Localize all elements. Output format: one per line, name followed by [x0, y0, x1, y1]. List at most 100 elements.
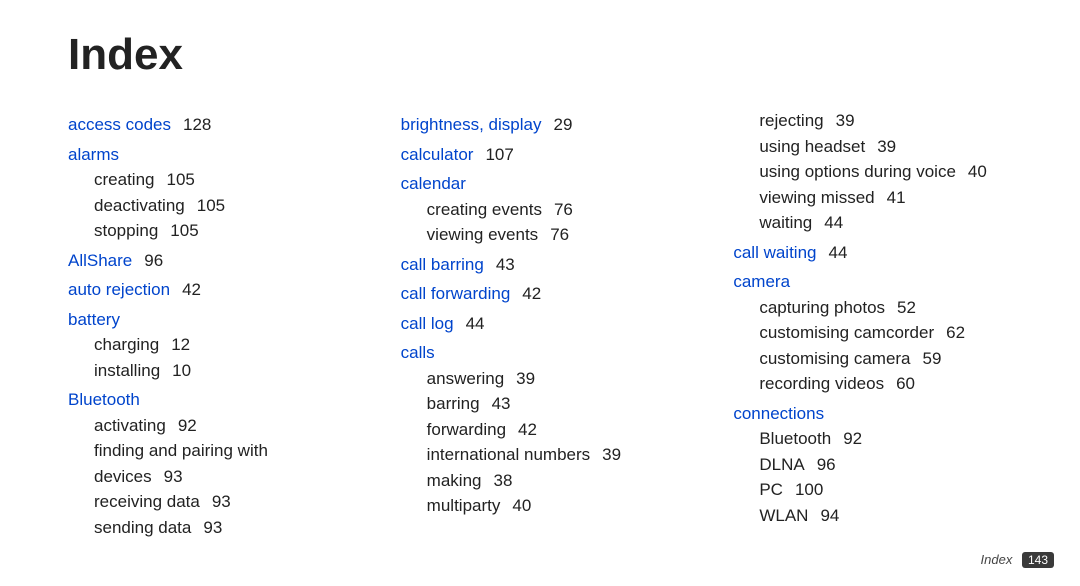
- index-sub-entry[interactable]: customising camcorder62: [759, 320, 1012, 346]
- index-entry-label: calendar: [401, 174, 466, 193]
- index-entry-label: battery: [68, 310, 120, 329]
- index-main-entry[interactable]: alarms: [68, 142, 347, 168]
- index-entry-label: installing: [94, 361, 160, 380]
- index-sub-entry[interactable]: multiparty40: [427, 493, 680, 519]
- index-sub-entry[interactable]: customising camera59: [759, 346, 1012, 372]
- index-entry-page: 40: [512, 496, 531, 515]
- index-main-entry[interactable]: AllShare 96: [68, 248, 347, 274]
- index-entry-page: 10: [172, 361, 191, 380]
- index-main-entry[interactable]: calls: [401, 340, 680, 366]
- index-columns: access codes128alarmscreating105deactiva…: [68, 108, 1012, 540]
- index-main-entry[interactable]: brightness, display29: [401, 112, 680, 138]
- index-entry-label: receiving data: [94, 492, 200, 511]
- index-sub-entry[interactable]: installing 10: [94, 358, 347, 384]
- index-entry-page: 96: [817, 455, 836, 474]
- index-main-entry[interactable]: battery: [68, 307, 347, 333]
- index-sub-entry[interactable]: barring43: [427, 391, 680, 417]
- index-entry-page: 52: [897, 298, 916, 317]
- index-sub-entry[interactable]: creating105: [94, 167, 347, 193]
- index-sub-entry[interactable]: Bluetooth92: [759, 426, 1012, 452]
- index-sub-entry[interactable]: viewing missed41: [759, 185, 1012, 211]
- index-main-entry[interactable]: call log44: [401, 311, 680, 337]
- column-3: rejecting39 using headset 39 using options …: [733, 108, 1012, 540]
- index-entry-page: 128: [183, 115, 211, 134]
- index-main-entry[interactable]: auto rejection42: [68, 277, 347, 303]
- index-entry-label: using options during voice: [759, 162, 956, 181]
- index-sub-entry[interactable]: forwarding42: [427, 417, 680, 443]
- index-entry-page: 39: [602, 445, 621, 464]
- index-sub-entry[interactable]: recording videos60: [759, 371, 1012, 397]
- index-main-entry[interactable]: access codes128: [68, 112, 347, 138]
- index-entry-page: 42: [522, 284, 541, 303]
- index-entry-page: 96: [144, 251, 163, 270]
- index-sub-entry[interactable]: deactivating105: [94, 193, 347, 219]
- index-entry-label: brightness, display: [401, 115, 542, 134]
- index-entry-label: customising camera: [759, 349, 910, 368]
- index-entry-page: 92: [178, 416, 197, 435]
- index-entry-label: call waiting: [733, 243, 816, 262]
- column-2: brightness, display29 calculator107 calend…: [401, 108, 680, 540]
- index-entry-page: 44: [824, 213, 843, 232]
- index-sub-entry[interactable]: making 38: [427, 468, 680, 494]
- index-sub-entry[interactable]: charging12: [94, 332, 347, 358]
- index-entry-label: AllShare: [68, 251, 132, 270]
- index-entry-label: camera: [733, 272, 790, 291]
- index-entry-page: 60: [896, 374, 915, 393]
- index-entry-label: deactivating: [94, 196, 185, 215]
- index-main-entry[interactable]: camera: [733, 269, 1012, 295]
- index-entry-page: 105: [170, 221, 198, 240]
- index-sub-entry[interactable]: receiving data 93: [94, 489, 347, 515]
- index-entry-label: connections: [733, 404, 824, 423]
- index-main-entry[interactable]: call waiting44: [733, 240, 1012, 266]
- index-sub-entry[interactable]: international numbers 39: [427, 442, 680, 468]
- index-entry-label: capturing photos: [759, 298, 885, 317]
- index-sub-entry[interactable]: sending data93: [94, 515, 347, 541]
- index-main-entry[interactable]: calculator107: [401, 142, 680, 168]
- index-sub-entry[interactable]: WLAN94: [759, 503, 1012, 529]
- index-sub-entry[interactable]: PC100: [759, 477, 1012, 503]
- index-entry-page: 38: [493, 471, 512, 490]
- index-sub-entry[interactable]: viewing events76: [427, 222, 680, 248]
- index-main-entry[interactable]: calendar: [401, 171, 680, 197]
- index-entry-label: DLNA: [759, 455, 804, 474]
- column-1: access codes128alarmscreating105deactiva…: [68, 108, 347, 540]
- index-sub-entry[interactable]: activating 92: [94, 413, 347, 439]
- index-main-entry[interactable]: call barring 43: [401, 252, 680, 278]
- index-entry-label: call forwarding: [401, 284, 511, 303]
- index-entry-page: 39: [877, 137, 896, 156]
- index-main-entry[interactable]: call forwarding 42: [401, 281, 680, 307]
- index-sub-entry[interactable]: answering 39: [427, 366, 680, 392]
- index-entry-label: using headset: [759, 137, 865, 156]
- index-sub-entry[interactable]: finding and pairing with devices93: [94, 438, 347, 489]
- index-entry-page: 76: [550, 225, 569, 244]
- index-entry-page: 42: [518, 420, 537, 439]
- index-main-entry[interactable]: Bluetooth: [68, 387, 347, 413]
- index-entry-label: alarms: [68, 145, 119, 164]
- index-entry-page: 42: [182, 280, 201, 299]
- index-entry-page: 40: [968, 162, 987, 181]
- footer-page-number: 143: [1022, 552, 1054, 568]
- index-entry-label: answering: [427, 369, 505, 388]
- index-entry-label: international numbers: [427, 445, 590, 464]
- index-entry-label: customising camcorder: [759, 323, 934, 342]
- index-main-entry[interactable]: connections: [733, 401, 1012, 427]
- index-sub-entry[interactable]: DLNA 96: [759, 452, 1012, 478]
- index-entry-label: call barring: [401, 255, 484, 274]
- index-sub-entry[interactable]: using headset 39: [759, 134, 1012, 160]
- index-sub-entry[interactable]: creating events76: [427, 197, 680, 223]
- index-sub-entry[interactable]: stopping105: [94, 218, 347, 244]
- index-entry-label: making: [427, 471, 482, 490]
- index-sub-entry[interactable]: using options during voice 40: [759, 159, 1012, 185]
- index-entry-page: 39: [836, 111, 855, 130]
- index-entry-label: activating: [94, 416, 166, 435]
- index-entry-label: waiting: [759, 213, 812, 232]
- index-sub-entry[interactable]: rejecting39: [759, 108, 1012, 134]
- index-entry-label: Bluetooth: [68, 390, 140, 409]
- index-entry-page: 93: [212, 492, 231, 511]
- index-entry-page: 39: [516, 369, 535, 388]
- index-sub-entry[interactable]: waiting 44: [759, 210, 1012, 236]
- index-entry-page: 41: [887, 188, 906, 207]
- index-sub-entry[interactable]: capturing photos 52: [759, 295, 1012, 321]
- index-entry-page: 43: [496, 255, 515, 274]
- index-entry-label: creating events: [427, 200, 542, 219]
